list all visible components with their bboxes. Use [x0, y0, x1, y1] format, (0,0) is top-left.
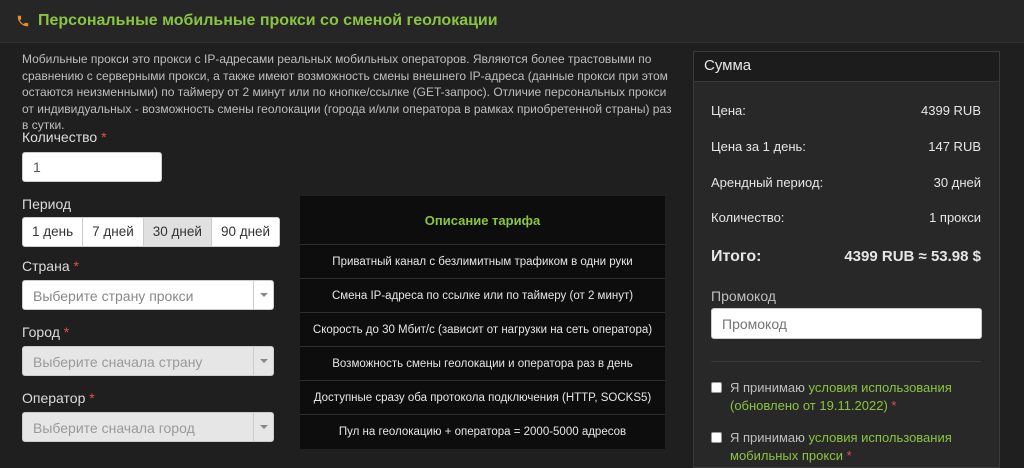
- period-label: Период: [22, 196, 72, 212]
- city-label: Город *: [22, 324, 69, 340]
- summary-price-label: Цена:: [711, 103, 746, 118]
- page-title: Персональные мобильные прокси со сменой …: [38, 12, 498, 29]
- terms-checkbox-row: Я принимаю условия использования (обновл…: [711, 379, 991, 415]
- terms-prefix: Я принимаю: [730, 380, 809, 395]
- country-label-text: Страна: [22, 258, 70, 274]
- city-label-text: Город: [22, 324, 60, 340]
- required-mark: *: [101, 129, 107, 145]
- summary-rent-value: 30 дней: [933, 175, 981, 190]
- summary-rent: Арендный период: 30 дней: [711, 175, 981, 190]
- chevron-down-icon: [260, 359, 268, 363]
- quantity-input[interactable]: [22, 152, 162, 182]
- operator-select-placeholder: Выберите сначала город: [33, 420, 195, 436]
- mobile-terms-checkbox[interactable]: [711, 432, 722, 443]
- tariff-row: Возможность смены геолокации и оператора…: [300, 347, 665, 381]
- required-mark: *: [846, 448, 852, 463]
- summary-qty: Количество: 1 прокси: [711, 210, 981, 225]
- country-select-toggle[interactable]: [253, 281, 273, 309]
- city-select-placeholder: Выберите сначала страну: [33, 354, 203, 370]
- city-select-toggle[interactable]: [253, 347, 273, 375]
- phone-icon: [17, 15, 29, 27]
- period-option-90-days[interactable]: 90 дней: [212, 218, 279, 246]
- tariff-row: Доступные сразу оба протокола подключени…: [300, 381, 665, 415]
- period-option-30-days[interactable]: 30 дней: [143, 218, 212, 246]
- period-option-1-day[interactable]: 1 день: [23, 218, 84, 246]
- country-select-placeholder: Выберите страну прокси: [33, 288, 194, 304]
- required-mark: *: [891, 398, 897, 413]
- city-select[interactable]: Выберите сначала страну: [22, 346, 274, 376]
- promo-label: Промокод: [711, 288, 776, 304]
- page-header: Персональные мобильные прокси со сменой …: [0, 0, 1024, 43]
- intro-text: Мобильные прокси это прокси с IP-адресам…: [22, 52, 672, 132]
- required-mark: *: [63, 324, 70, 340]
- mobile-terms-text: Я принимаю условия использования мобильн…: [711, 429, 991, 465]
- operator-label-text: Оператор: [22, 390, 86, 406]
- tariff-row: Скорость до 30 Мбит/с (зависит от нагруз…: [300, 313, 665, 347]
- tariff-row: Приватный канал с безлимитным трафиком в…: [300, 245, 665, 279]
- summary-per-day: Цена за 1 день: 147 RUB: [711, 139, 981, 154]
- quantity-label: Количество *: [22, 129, 107, 145]
- required-mark: *: [73, 258, 79, 274]
- operator-label: Оператор *: [22, 390, 95, 406]
- tariff-row: Пул на геолокацию + оператора = 2000-500…: [338, 426, 627, 438]
- summary-price-value: 4399 RUB: [921, 103, 981, 118]
- chevron-down-icon: [260, 293, 268, 297]
- country-label: Страна *: [22, 258, 79, 274]
- promo-input[interactable]: [711, 308, 982, 339]
- summary-qty-value: 1 прокси: [929, 210, 981, 225]
- summary-per-day-value: 147 RUB: [928, 139, 981, 154]
- operator-select-toggle[interactable]: [253, 413, 273, 441]
- tariff-table: Описание тарифа Приватный канал с безлим…: [300, 196, 665, 449]
- terms-checkbox[interactable]: [711, 382, 722, 393]
- required-mark: *: [89, 390, 95, 406]
- summary-total: Итого: 4399 RUB ≈ 53.98 $: [711, 248, 981, 266]
- summary-total-value: 4399 RUB ≈ 53.98 $: [844, 248, 981, 265]
- country-select[interactable]: Выберите страну прокси: [22, 280, 274, 310]
- terms-prefix: Я принимаю: [730, 430, 809, 445]
- period-option-7-days[interactable]: 7 дней: [83, 218, 144, 246]
- tariff-row: Смена IP-адреса по ссылке или по таймеру…: [300, 279, 665, 313]
- summary-per-day-label: Цена за 1 день:: [711, 139, 806, 154]
- quantity-label-text: Количество: [22, 129, 98, 145]
- summary-panel: Сумма Цена: 4399 RUB Цена за 1 день: 147…: [693, 51, 1000, 468]
- summary-title: Сумма: [694, 52, 999, 82]
- period-selector: 1 день 7 дней 30 дней 90 дней: [22, 217, 281, 247]
- mobile-terms-checkbox-row: Я принимаю условия использования мобильн…: [711, 429, 991, 465]
- summary-price: Цена: 4399 RUB: [711, 103, 981, 118]
- summary-qty-label: Количество:: [711, 210, 785, 225]
- chevron-down-icon: [260, 425, 268, 429]
- tariff-title: Описание тарифа: [300, 196, 665, 245]
- summary-total-label: Итого:: [711, 248, 762, 265]
- operator-select[interactable]: Выберите сначала город: [22, 412, 274, 442]
- summary-rent-label: Арендный период:: [711, 175, 824, 190]
- divider: [711, 361, 981, 362]
- terms-text: Я принимаю условия использования (обновл…: [711, 379, 991, 415]
